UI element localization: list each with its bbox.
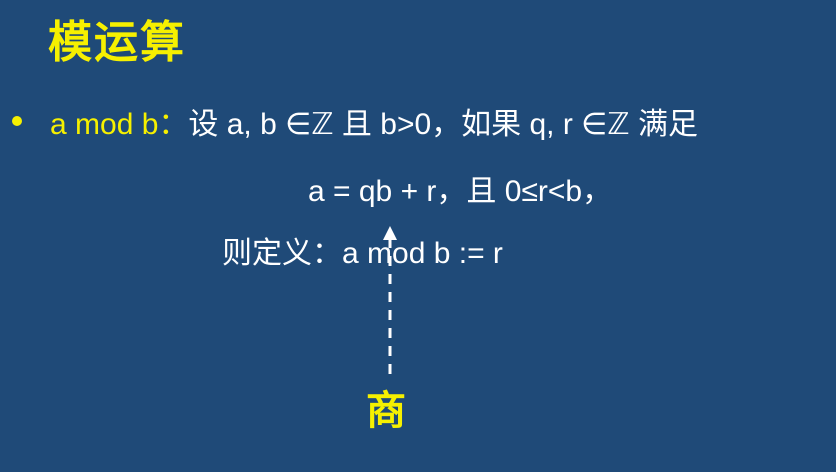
conclusion-line: 则定义：a mod b := r — [222, 237, 503, 270]
dashed-up-arrow-icon — [383, 226, 397, 374]
equation-line: a = qb + r，且 0≤r<b， — [308, 175, 613, 208]
bullet-term: a mod b： — [50, 108, 189, 141]
bullet-line: a mod b： 设 a, b ∈ℤ 且 b>0，如果 q, r ∈ℤ 满足 — [10, 96, 698, 146]
bullet-dot-icon — [12, 116, 22, 126]
quotient-label: 商 — [366, 389, 406, 433]
slide-title: 模运算 — [48, 18, 186, 67]
slide: 模运算 a mod b： 设 a, b ∈ℤ 且 b>0，如果 q, r ∈ℤ … — [0, 0, 836, 472]
bullet-definition: 设 a, b ∈ℤ 且 b>0，如果 q, r ∈ℤ 满足 — [188, 108, 698, 141]
